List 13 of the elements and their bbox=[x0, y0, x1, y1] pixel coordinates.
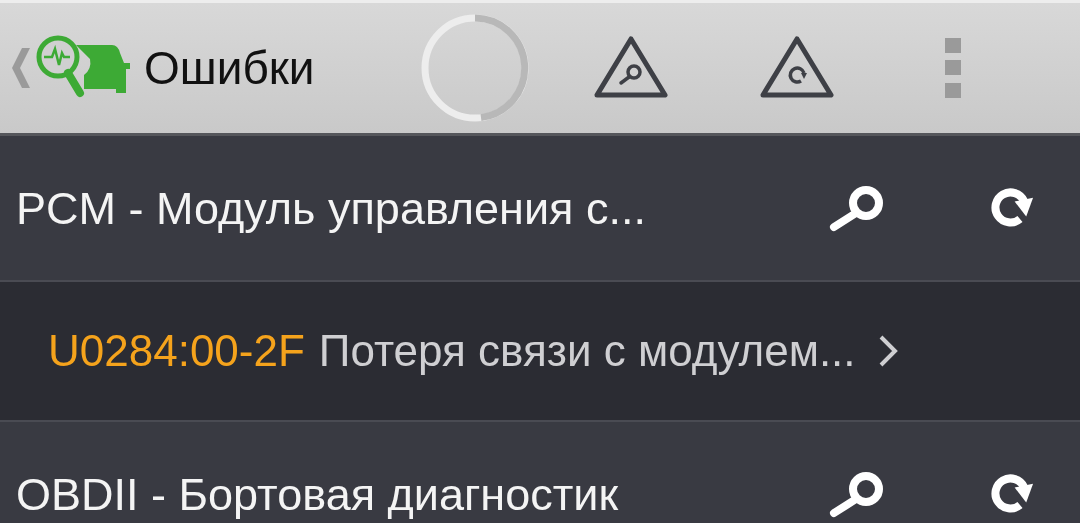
warning-refresh-icon bbox=[758, 35, 835, 101]
error-description: Потеря связи с модулем... bbox=[318, 326, 856, 376]
menu-icon bbox=[944, 38, 961, 98]
search-errors-button[interactable] bbox=[592, 35, 669, 101]
module-name: PCM - Модуль управления с... bbox=[16, 185, 647, 231]
warning-search-icon bbox=[592, 35, 669, 101]
refresh-errors-button[interactable] bbox=[758, 35, 835, 101]
chevron-right-icon bbox=[877, 334, 898, 368]
screen-title: Ошибки bbox=[144, 41, 315, 95]
error-row[interactable]: U0284:00-2F Потеря связи с модулем... bbox=[0, 282, 1080, 422]
module-name: OBDII - Бортовая диагностик bbox=[16, 471, 620, 517]
chevron-left-icon bbox=[10, 46, 32, 90]
error-code: U0284:00-2F bbox=[48, 326, 305, 376]
